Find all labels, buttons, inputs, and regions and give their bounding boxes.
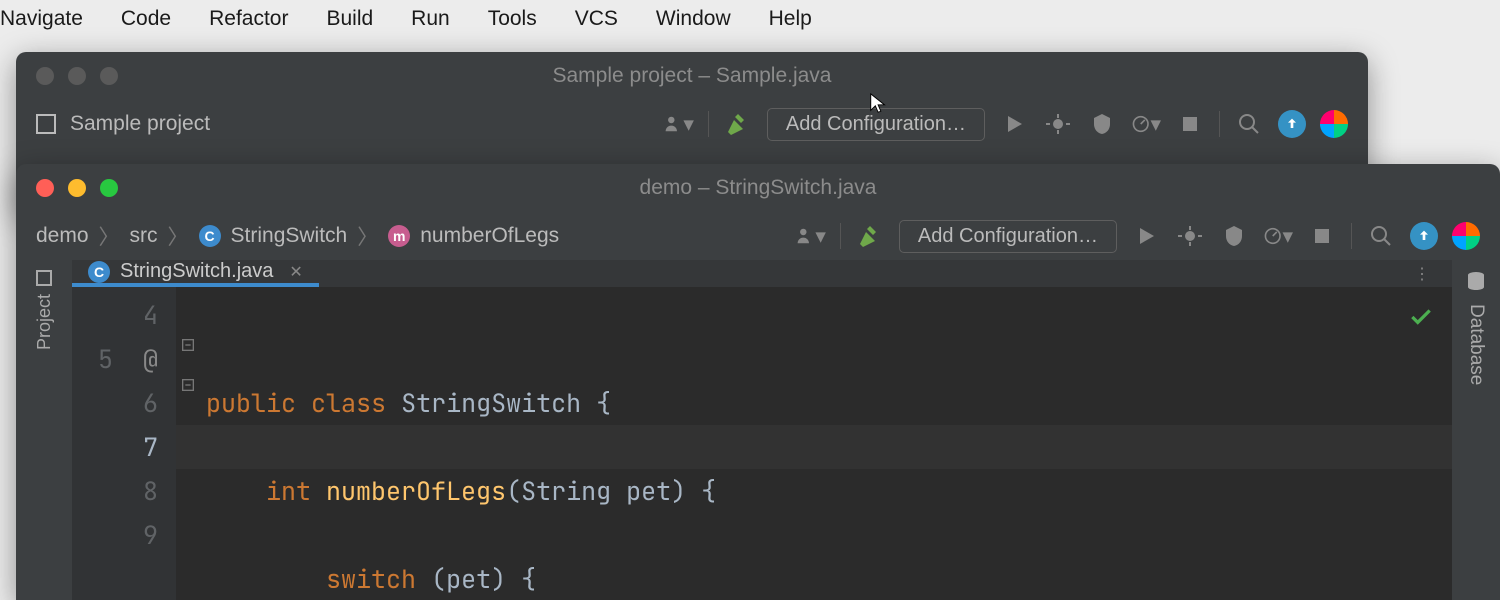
- search-icon[interactable]: [1366, 221, 1396, 251]
- minimize-icon[interactable]: [68, 179, 86, 197]
- run-icon[interactable]: [1131, 221, 1161, 251]
- override-gutter-icon[interactable]: @: [143, 342, 158, 376]
- toolbar: Sample project ▾ Add Configuration… ▾: [16, 100, 1368, 148]
- project-tool-icon[interactable]: [36, 270, 52, 286]
- vcs-update-icon[interactable]: [1410, 222, 1438, 250]
- menu-code[interactable]: Code: [121, 7, 171, 31]
- traffic-lights: [36, 67, 118, 85]
- mouse-cursor-icon: [868, 92, 890, 114]
- coverage-icon[interactable]: [1219, 221, 1249, 251]
- menu-run[interactable]: Run: [411, 7, 450, 31]
- menu-help[interactable]: Help: [769, 7, 812, 31]
- menu-tools[interactable]: Tools: [488, 7, 537, 31]
- close-tab-icon[interactable]: ✕: [289, 262, 302, 282]
- tab-overflow-icon[interactable]: ⋮: [1414, 264, 1432, 284]
- system-menubar: Navigate Code Refactor Build Run Tools V…: [0, 0, 1500, 38]
- crumb-project[interactable]: demo: [36, 224, 89, 248]
- crumb-method[interactable]: numberOfLegs: [420, 224, 559, 248]
- vcs-update-icon[interactable]: [1278, 110, 1306, 138]
- tab-label: StringSwitch.java: [120, 260, 273, 283]
- stop-icon[interactable]: [1307, 221, 1337, 251]
- window-demo: demo – StringSwitch.java demo〉 src〉 C St…: [16, 164, 1500, 600]
- stop-icon[interactable]: [1175, 109, 1205, 139]
- line-number: 8: [72, 469, 158, 513]
- gutter: 4 5 @ 6 7 8 9: [72, 287, 176, 600]
- titlebar[interactable]: Sample project – Sample.java: [16, 52, 1368, 100]
- window-title: demo – StringSwitch.java: [640, 176, 877, 200]
- menu-navigate[interactable]: Navigate: [0, 7, 83, 31]
- profiler-icon[interactable]: ▾: [1131, 109, 1161, 139]
- maximize-icon[interactable]: [100, 67, 118, 85]
- line-number: 4: [72, 293, 158, 337]
- tab-stringswitch[interactable]: C StringSwitch.java ✕: [72, 260, 319, 287]
- run-icon[interactable]: [999, 109, 1029, 139]
- project-icon: [36, 114, 56, 134]
- build-hammer-icon[interactable]: [855, 221, 885, 251]
- add-configuration-button[interactable]: Add Configuration…: [899, 220, 1117, 253]
- toolbar: demo〉 src〉 C StringSwitch〉 m numberOfLeg…: [16, 212, 1500, 260]
- left-tool-rail: Project: [16, 260, 72, 600]
- line-number: 5: [98, 342, 113, 376]
- line-number: 6: [72, 381, 158, 425]
- traffic-lights: [36, 179, 118, 197]
- coverage-icon[interactable]: [1087, 109, 1117, 139]
- crumb-class[interactable]: StringSwitch: [231, 224, 348, 248]
- menu-refactor[interactable]: Refactor: [209, 7, 288, 31]
- project-tool-label[interactable]: Project: [34, 294, 55, 350]
- search-icon[interactable]: [1234, 109, 1264, 139]
- editor-tabs: C StringSwitch.java ✕ ⋮: [72, 260, 1452, 287]
- user-icon[interactable]: ▾: [664, 109, 694, 139]
- menu-build[interactable]: Build: [326, 7, 373, 31]
- window-title: Sample project – Sample.java: [553, 64, 832, 88]
- menu-vcs[interactable]: VCS: [575, 7, 618, 31]
- code-editor[interactable]: 4 5 @ 6 7 8 9 public class StringSwitch …: [72, 287, 1452, 600]
- debug-icon[interactable]: [1175, 221, 1205, 251]
- line-number: 9: [72, 513, 158, 557]
- ide-logo-icon[interactable]: [1452, 222, 1480, 250]
- close-icon[interactable]: [36, 179, 54, 197]
- menu-window[interactable]: Window: [656, 7, 731, 31]
- minimize-icon[interactable]: [68, 67, 86, 85]
- class-icon: C: [199, 225, 221, 247]
- database-icon[interactable]: [1464, 270, 1488, 294]
- build-hammer-icon[interactable]: [723, 109, 753, 139]
- right-tool-rail: Database: [1452, 260, 1500, 600]
- breadcrumb[interactable]: demo〉 src〉 C StringSwitch〉 m numberOfLeg…: [36, 221, 559, 251]
- line-number-current: 7: [72, 425, 158, 469]
- crumb-src[interactable]: src: [130, 224, 158, 248]
- editor-area: Project C StringSwitch.java ✕ ⋮ 4 5 @ 6 …: [16, 260, 1500, 600]
- user-icon[interactable]: ▾: [796, 221, 826, 251]
- class-icon: C: [88, 261, 110, 283]
- ide-logo-icon[interactable]: [1320, 110, 1348, 138]
- maximize-icon[interactable]: [100, 179, 118, 197]
- profiler-icon[interactable]: ▾: [1263, 221, 1293, 251]
- code-body[interactable]: public class StringSwitch { int numberOf…: [176, 287, 1452, 600]
- database-tool-label[interactable]: Database: [1465, 304, 1487, 385]
- inspection-ok-icon[interactable]: [1408, 299, 1434, 343]
- close-icon[interactable]: [36, 67, 54, 85]
- method-icon: m: [388, 225, 410, 247]
- project-name[interactable]: Sample project: [70, 112, 210, 136]
- titlebar[interactable]: demo – StringSwitch.java: [16, 164, 1500, 212]
- debug-icon[interactable]: [1043, 109, 1073, 139]
